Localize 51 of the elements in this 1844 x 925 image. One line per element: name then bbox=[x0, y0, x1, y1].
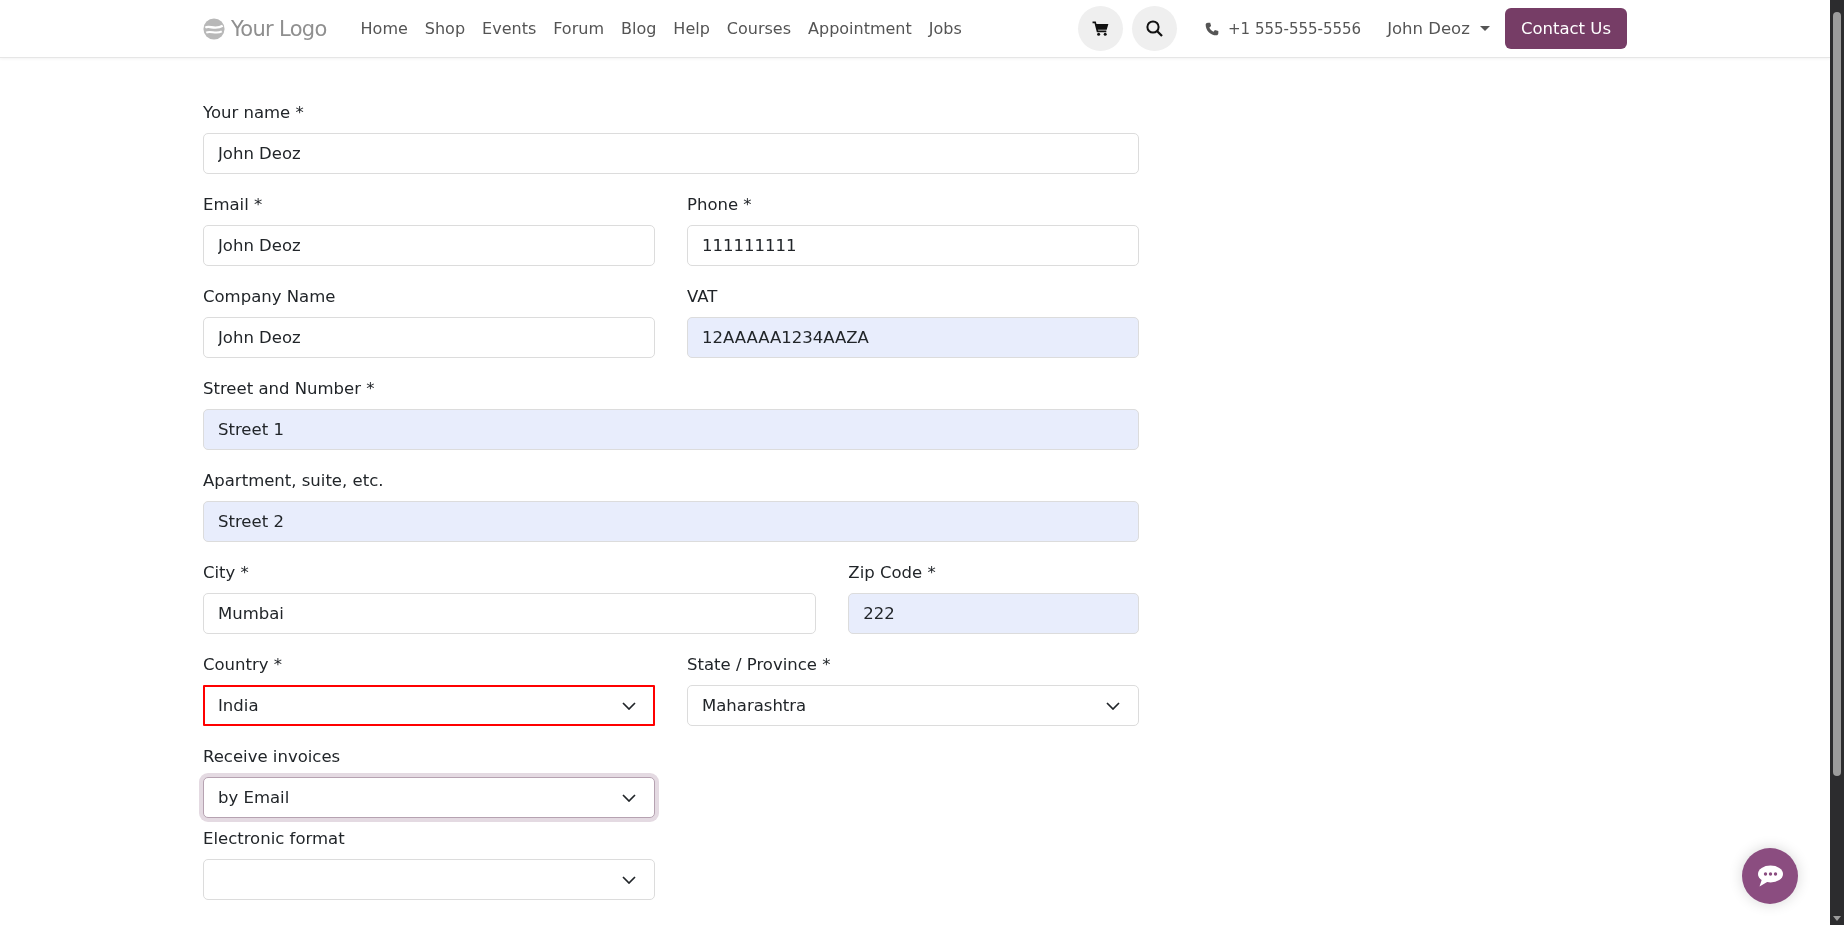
nav-link[interactable]: Forum bbox=[553, 19, 604, 38]
chat-button[interactable] bbox=[1742, 848, 1798, 904]
dropdown-select[interactable]: Maharashtra bbox=[687, 685, 1139, 726]
field-label: Email * bbox=[203, 194, 263, 216]
logo-icon bbox=[203, 17, 225, 40]
cart-button[interactable] bbox=[1078, 6, 1123, 51]
nav-link[interactable]: Events bbox=[482, 19, 537, 38]
chevron-down-icon bbox=[622, 875, 636, 884]
dropdown-select[interactable]: India bbox=[203, 685, 655, 726]
field-label: City * bbox=[203, 562, 249, 584]
field-label: Country * bbox=[203, 654, 283, 676]
text-input[interactable]: John Deoz bbox=[203, 225, 655, 266]
text-input[interactable]: John Deoz bbox=[203, 317, 655, 358]
nav-link[interactable]: Home bbox=[360, 19, 408, 38]
text-input[interactable]: 111111111 bbox=[687, 225, 1139, 266]
nav-link[interactable]: Help bbox=[673, 19, 710, 38]
field-label: State / Province * bbox=[687, 654, 831, 676]
nav-link[interactable]: Courses bbox=[726, 19, 792, 38]
chevron-down-icon bbox=[622, 793, 636, 802]
scroll-down-arrow-icon[interactable] bbox=[1833, 916, 1841, 921]
text-input[interactable]: Mumbai bbox=[203, 593, 817, 634]
nav-link[interactable]: Appointment bbox=[808, 19, 912, 38]
text-input[interactable]: 222 bbox=[848, 593, 1139, 634]
chevron-down-icon bbox=[1106, 701, 1120, 710]
chevron-down-icon bbox=[622, 701, 636, 710]
search-icon bbox=[1146, 20, 1163, 37]
field-label: Street and Number * bbox=[203, 378, 375, 400]
phone-number[interactable]: +1 555-555-5556 bbox=[1228, 19, 1362, 38]
chat-bubble-icon bbox=[1757, 865, 1783, 887]
text-input[interactable]: Street 2 bbox=[203, 501, 1139, 542]
field-label: Phone * bbox=[687, 194, 752, 216]
caret-icon bbox=[1479, 26, 1490, 31]
field-label: Receive invoices bbox=[203, 746, 341, 768]
search-button[interactable] bbox=[1132, 6, 1177, 51]
field-label: Apartment, suite, etc. bbox=[203, 470, 384, 492]
field-label: Zip Code * bbox=[848, 562, 936, 584]
text-input[interactable]: 12AAAAA1234AAZA bbox=[687, 317, 1139, 358]
scrollbar-thumb[interactable] bbox=[1833, 12, 1841, 776]
field-label: Electronic format bbox=[203, 828, 345, 850]
phone-icon bbox=[1205, 21, 1219, 36]
cart-icon bbox=[1092, 21, 1109, 36]
text-input[interactable]: Street 1 bbox=[203, 409, 1139, 450]
nav-link[interactable]: Blog bbox=[620, 19, 657, 38]
user-menu[interactable]: John Deoz bbox=[1387, 19, 1490, 38]
field-label: Your name * bbox=[203, 102, 304, 124]
contact-us-button[interactable]: Contact Us bbox=[1504, 8, 1627, 49]
text-input[interactable]: John Deoz bbox=[203, 133, 1139, 174]
field-label: Company Name bbox=[203, 286, 336, 308]
field-label: VAT bbox=[687, 286, 718, 308]
nav-link[interactable]: Shop bbox=[424, 19, 466, 38]
nav-link[interactable]: Jobs bbox=[928, 19, 962, 38]
